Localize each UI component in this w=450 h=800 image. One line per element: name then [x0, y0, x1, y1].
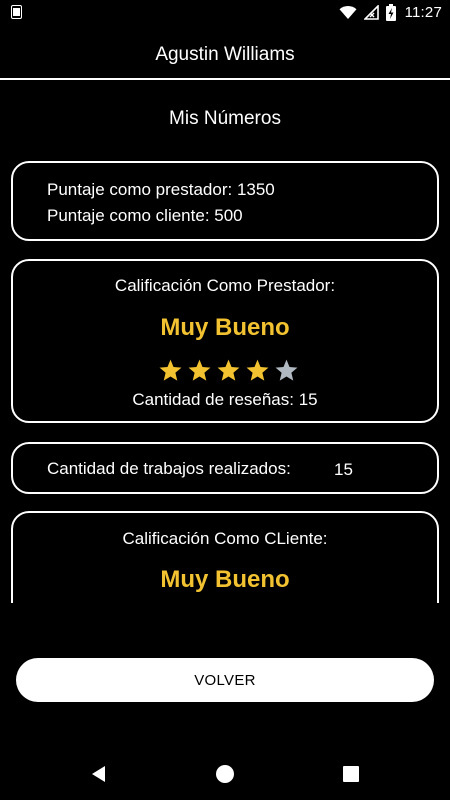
jobs-card: Cantidad de trabajos realizados: 15 [11, 442, 439, 494]
star-icon [275, 359, 298, 381]
provider-score-text: Puntaje como prestador: 1350 [47, 180, 275, 199]
stats-scroll-area[interactable]: Puntaje como prestador: 1350 Puntaje com… [0, 150, 450, 603]
sim-card-icon [11, 5, 22, 19]
client-rating-value: Muy Bueno [160, 566, 290, 593]
reviews-count: Cantidad de reseñas: 15 [132, 390, 318, 409]
navigation-bar [0, 748, 450, 800]
back-button[interactable]: VOLVER [16, 658, 434, 702]
home-icon[interactable] [213, 762, 237, 786]
no-signal-icon [363, 5, 379, 20]
jobs-label: Cantidad de trabajos realizados: [47, 459, 291, 478]
page-title: Agustin Williams [155, 44, 295, 65]
client-score-text: Puntaje como cliente: 500 [47, 206, 243, 225]
recents-icon[interactable] [339, 762, 363, 786]
client-rating-label: Calificación Como CLiente: [122, 529, 328, 548]
wifi-icon [339, 5, 357, 19]
provider-rating-value: Muy Bueno [160, 314, 290, 341]
rating-stars [158, 358, 299, 383]
title-divider [0, 78, 450, 80]
star-icon [217, 359, 240, 381]
client-rating-card: Calificación Como CLiente: Muy Bueno [11, 511, 439, 603]
star-icon [188, 359, 211, 381]
back-icon[interactable] [87, 762, 111, 786]
status-bar: 11:27 [0, 0, 450, 25]
provider-rating-label: Calificación Como Prestador: [114, 276, 336, 295]
battery-charging-icon [385, 4, 396, 21]
scores-card: Puntaje como prestador: 1350 Puntaje com… [11, 161, 439, 241]
star-icon [246, 359, 269, 381]
star-icon [159, 359, 182, 381]
jobs-value: 15 [334, 460, 353, 479]
status-time: 11:27 [404, 4, 442, 21]
section-title: Mis Números [169, 108, 281, 129]
status-icons: 11:27 [339, 0, 442, 25]
provider-rating-card: Calificación Como Prestador: Muy Bueno C… [11, 259, 439, 423]
